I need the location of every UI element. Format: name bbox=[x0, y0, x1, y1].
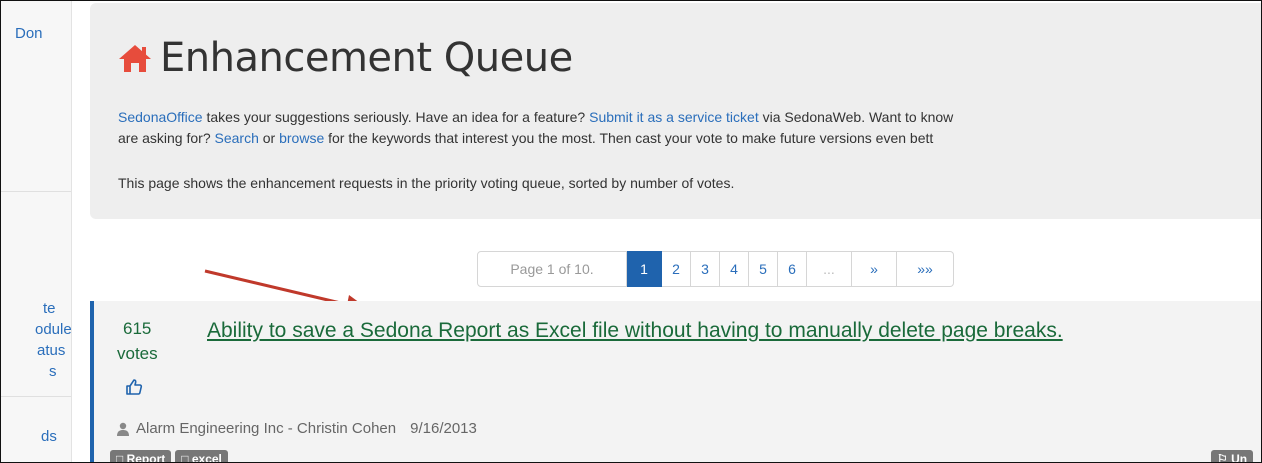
thumbs-up-icon[interactable] bbox=[125, 378, 143, 396]
page-4-button[interactable]: 4 bbox=[720, 251, 749, 287]
queue-description: This page shows the enhancement requests… bbox=[118, 175, 735, 191]
last-page-button[interactable]: »» bbox=[897, 251, 954, 287]
sidebar-item-4[interactable]: s bbox=[49, 361, 57, 382]
search-link[interactable]: Search bbox=[215, 130, 259, 146]
item-meta: Alarm Engineering Inc - Christin Cohen 9… bbox=[116, 420, 477, 437]
browse-link[interactable]: browse bbox=[279, 130, 324, 146]
status-badge: ⚐ Un bbox=[1211, 450, 1254, 463]
tag-excel[interactable]: □ excel bbox=[175, 450, 228, 463]
sidebar-user-link[interactable]: Don bbox=[15, 25, 43, 42]
intro-text-segment: for the keywords that interest you the m… bbox=[324, 130, 934, 146]
vote-label: votes bbox=[117, 344, 158, 363]
page-1-button[interactable]: 1 bbox=[627, 251, 662, 287]
page-5-button[interactable]: 5 bbox=[749, 251, 778, 287]
intro-text-segment: are asking for? bbox=[118, 130, 215, 146]
page-title-row: Enhancement Queue bbox=[118, 35, 573, 81]
item-tags: □ Report □ excel bbox=[110, 450, 228, 463]
sidebar-item-2[interactable]: odule bbox=[35, 319, 72, 340]
page-3-button[interactable]: 3 bbox=[691, 251, 720, 287]
app-frame: Don te odule atus s ds Enhancement Queue… bbox=[0, 0, 1262, 463]
intro-text-segment: via SedonaWeb. Want to know bbox=[758, 109, 954, 125]
header-panel: Enhancement Queue SedonaOffice takes you… bbox=[90, 3, 1261, 219]
pagination: Page 1 of 10. 1 2 3 4 5 6 ... » »» bbox=[477, 251, 954, 287]
status-badge-label: Un bbox=[1231, 452, 1248, 463]
sidebar-item-5[interactable]: ds bbox=[41, 426, 57, 447]
next-page-button[interactable]: » bbox=[852, 251, 897, 287]
user-icon bbox=[117, 422, 129, 436]
intro-text-segment: or bbox=[258, 130, 280, 146]
enhancement-title-link[interactable]: Ability to save a Sedona Report as Excel… bbox=[207, 319, 1063, 343]
page-6-button[interactable]: 6 bbox=[778, 251, 807, 287]
sidebar-divider bbox=[1, 191, 71, 192]
page-title: Enhancement Queue bbox=[160, 35, 573, 81]
intro-text-segment: takes your suggestions seriously. Have a… bbox=[202, 109, 590, 125]
sidebar-item-3[interactable]: atus bbox=[37, 340, 65, 361]
pagination-info: Page 1 of 10. bbox=[477, 251, 627, 287]
item-date: 9/16/2013 bbox=[410, 420, 477, 437]
page-2-button[interactable]: 2 bbox=[662, 251, 691, 287]
item-author: Alarm Engineering Inc - Christin Cohen bbox=[136, 420, 397, 437]
sidebar-divider bbox=[1, 396, 71, 397]
sidebar-item-1[interactable]: te bbox=[43, 298, 56, 319]
vote-count: 615 bbox=[123, 319, 152, 338]
pagination-ellipsis: ... bbox=[807, 251, 852, 287]
tag-label: Report bbox=[126, 452, 166, 463]
submit-ticket-link[interactable]: Submit it as a service ticket bbox=[589, 109, 759, 125]
tag-label: excel bbox=[191, 452, 222, 463]
home-icon bbox=[119, 45, 151, 72]
tag-report[interactable]: □ Report bbox=[110, 450, 172, 463]
left-sidebar: Don te odule atus s ds bbox=[1, 1, 72, 462]
sedonaoffice-link[interactable]: SedonaOffice bbox=[118, 109, 203, 125]
intro-text: SedonaOffice takes your suggestions seri… bbox=[118, 107, 953, 149]
